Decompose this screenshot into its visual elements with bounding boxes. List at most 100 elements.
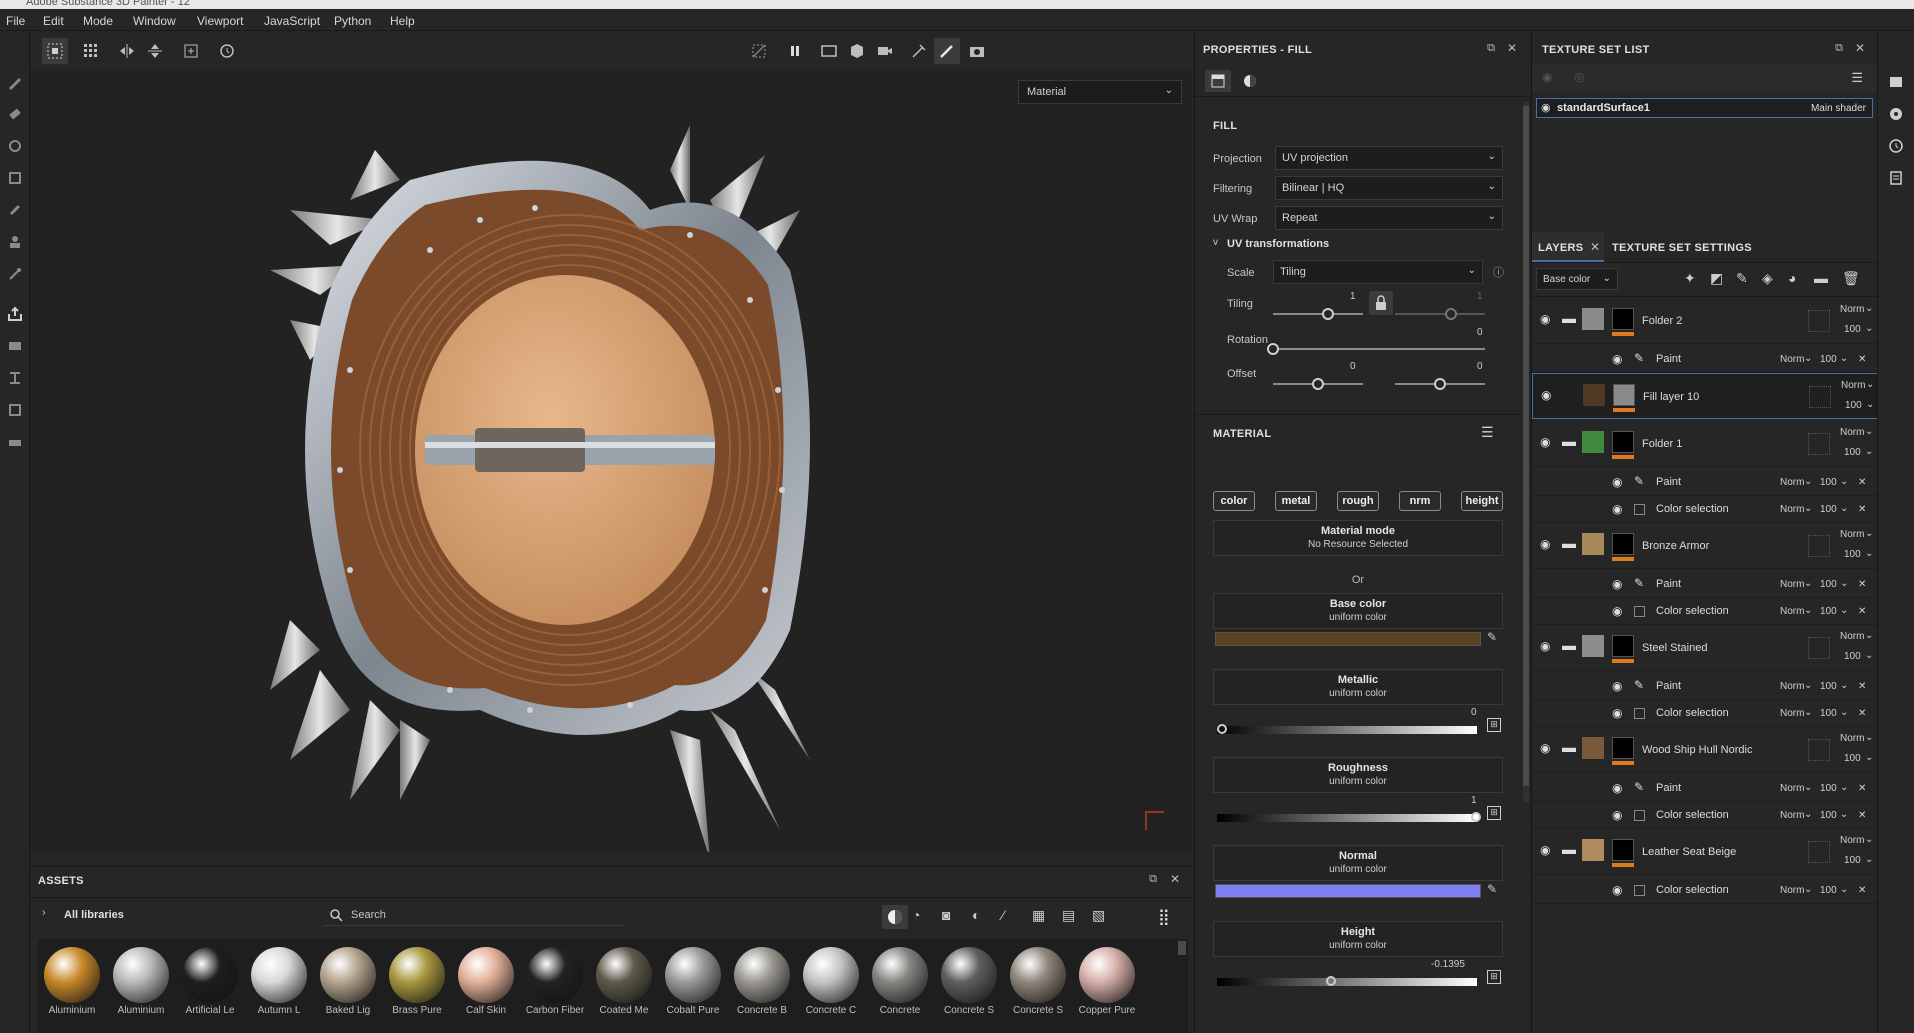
texture-set-item[interactable]: ◉ standardSurface1 Main shader: [1536, 98, 1873, 118]
close-icon[interactable]: ✕: [1858, 354, 1866, 365]
undock-icon[interactable]: ⧉: [1487, 42, 1495, 55]
eraser-icon[interactable]: [5, 104, 25, 124]
scrollbar[interactable]: [1178, 941, 1186, 955]
checkbox-icon[interactable]: [1634, 606, 1645, 617]
menu-javascript[interactable]: JavaScript: [264, 14, 320, 28]
menu-icon[interactable]: ☰: [1481, 424, 1494, 441]
add-paint-layer-icon[interactable]: ✎: [1736, 270, 1748, 287]
chevron-down-icon[interactable]: ⌄: [1840, 707, 1848, 718]
close-icon[interactable]: ✕: [1858, 579, 1866, 590]
tab-layers[interactable]: LAYERS ✕: [1532, 232, 1604, 262]
close-icon[interactable]: ✕: [1858, 885, 1866, 896]
grid-icon[interactable]: [78, 38, 104, 64]
blend-mode[interactable]: Norm: [1780, 579, 1804, 590]
checkbox-icon[interactable]: [1634, 810, 1645, 821]
chevron-down-icon[interactable]: ⌄: [1865, 303, 1873, 314]
material-thumbnail[interactable]: [1079, 947, 1135, 1003]
metallic-knob[interactable]: [1217, 724, 1227, 734]
layer-row[interactable]: ◉ ▬ Folder 1 Norm ⌄ 100 ⌄: [1532, 421, 1878, 467]
tab-texture-set-settings[interactable]: TEXTURE SET SETTINGS: [1612, 232, 1762, 262]
close-icon[interactable]: ✕: [1858, 708, 1866, 719]
paint-brush-icon[interactable]: [5, 72, 25, 92]
chevron-down-icon[interactable]: ⌄: [1840, 605, 1848, 616]
effect-row[interactable]: ◉ ✎ Paint Norm ⌄ 100 ⌄ ✕: [1532, 571, 1878, 598]
environment-light-icon[interactable]: [906, 38, 932, 64]
menu-viewport[interactable]: Viewport: [197, 14, 243, 28]
clone-icon[interactable]: [5, 232, 25, 252]
material-thumbnail[interactable]: [665, 947, 721, 1003]
base-color-swatch[interactable]: [1215, 632, 1481, 646]
blend-mode[interactable]: Norm: [1840, 733, 1864, 744]
chevron-down-icon[interactable]: ⌄: [1840, 578, 1848, 589]
normal-swatch[interactable]: [1215, 884, 1481, 898]
projection-select[interactable]: UV projection ⌄: [1275, 146, 1503, 170]
add-smart-material-icon[interactable]: ◕: [1788, 270, 1796, 286]
filtering-select[interactable]: Bilinear | HQ ⌄: [1275, 176, 1503, 200]
rotation-knob[interactable]: [1267, 343, 1279, 355]
eye-icon[interactable]: ◉: [1612, 781, 1622, 795]
metallic-box[interactable]: Metallic uniform color: [1213, 669, 1503, 705]
projection-icon[interactable]: [5, 136, 25, 156]
filter-generators-icon[interactable]: ◐: [972, 907, 980, 923]
offset-u-knob[interactable]: [1312, 378, 1324, 390]
chevron-down-icon[interactable]: ⌄: [1804, 707, 1812, 718]
menu-file[interactable]: File: [6, 14, 25, 28]
opacity-value[interactable]: 100: [1844, 447, 1861, 458]
eye-icon[interactable]: ◉: [1540, 741, 1550, 755]
blend-mode[interactable]: Norm: [1840, 529, 1864, 540]
scale-select[interactable]: Tiling ⌄: [1273, 260, 1483, 284]
material-thumbnail[interactable]: [251, 947, 307, 1003]
add-effect-icon[interactable]: ✦: [1684, 270, 1696, 287]
material-thumbnail[interactable]: [182, 947, 238, 1003]
channel-height-button[interactable]: height: [1461, 491, 1503, 511]
blend-mode[interactable]: Norm: [1780, 504, 1804, 515]
eye-icon[interactable]: ◉: [1540, 435, 1550, 449]
close-icon[interactable]: ✕: [1858, 681, 1866, 692]
eyedropper-icon[interactable]: ✎: [1487, 882, 1497, 896]
channel-nrm-button[interactable]: nrm: [1399, 491, 1441, 511]
material-thumbnail[interactable]: [803, 947, 859, 1003]
tiling-u-slider[interactable]: [1273, 313, 1363, 315]
add-fill-layer-icon[interactable]: ◈: [1762, 270, 1773, 287]
chevron-down-icon[interactable]: ⌄: [1804, 884, 1812, 895]
close-icon[interactable]: ✕: [1507, 41, 1517, 55]
layer-row[interactable]: ◉ ▬ Leather Seat Beige Norm ⌄ 100 ⌄: [1532, 829, 1878, 875]
close-icon[interactable]: ✕: [1855, 41, 1865, 55]
effect-row[interactable]: ◉ ✎ Paint Norm ⌄ 100 ⌄ ✕: [1532, 775, 1878, 802]
normal-box[interactable]: Normal uniform color: [1213, 845, 1503, 881]
checkbox-icon[interactable]: [1634, 504, 1645, 515]
close-icon[interactable]: ✕: [1590, 240, 1600, 254]
menu-python[interactable]: Python: [334, 14, 371, 28]
material-thumbnail[interactable]: [320, 947, 376, 1003]
fill-tab-icon[interactable]: [1205, 70, 1231, 92]
uvwrap-select[interactable]: Repeat ⌄: [1275, 206, 1503, 230]
blend-mode[interactable]: Norm: [1840, 427, 1864, 438]
height-slider[interactable]: [1217, 978, 1477, 986]
smudge-icon[interactable]: [5, 200, 25, 220]
chevron-down-icon[interactable]: ⌄: [1865, 650, 1873, 661]
cube-icon[interactable]: [844, 38, 870, 64]
chevron-down-icon[interactable]: ⌄: [1866, 379, 1874, 390]
chevron-down-icon[interactable]: ⌄: [1840, 884, 1848, 895]
chevron-down-icon[interactable]: ⌄: [1865, 834, 1873, 845]
tiling-v-slider[interactable]: [1395, 313, 1485, 315]
close-icon[interactable]: ✕: [1858, 810, 1866, 821]
material-thumbnail[interactable]: [527, 947, 583, 1003]
eye-icon[interactable]: ◉: [1542, 70, 1552, 84]
geometry-fill-icon[interactable]: [5, 168, 25, 188]
blend-mode[interactable]: Norm: [1780, 477, 1804, 488]
add-frame-icon[interactable]: [178, 38, 204, 64]
material-thumbnail[interactable]: [389, 947, 445, 1003]
base-color-box[interactable]: Base color uniform color: [1213, 593, 1503, 629]
rotation-slider[interactable]: [1273, 348, 1485, 350]
checkbox-icon[interactable]: [1634, 885, 1645, 896]
eyedropper-icon[interactable]: ✎: [1487, 630, 1497, 644]
chevron-down-icon[interactable]: ⌄: [1804, 353, 1812, 364]
display-settings-icon[interactable]: [5, 432, 25, 452]
chevron-down-icon[interactable]: ⌄: [1865, 630, 1873, 641]
blend-mode[interactable]: Norm: [1780, 783, 1804, 794]
eye-icon[interactable]: ◉: [1540, 639, 1550, 653]
chevron-down-icon[interactable]: ⌄: [1865, 426, 1873, 437]
metallic-slider[interactable]: [1217, 726, 1477, 734]
channel-color-button[interactable]: color: [1213, 491, 1255, 511]
